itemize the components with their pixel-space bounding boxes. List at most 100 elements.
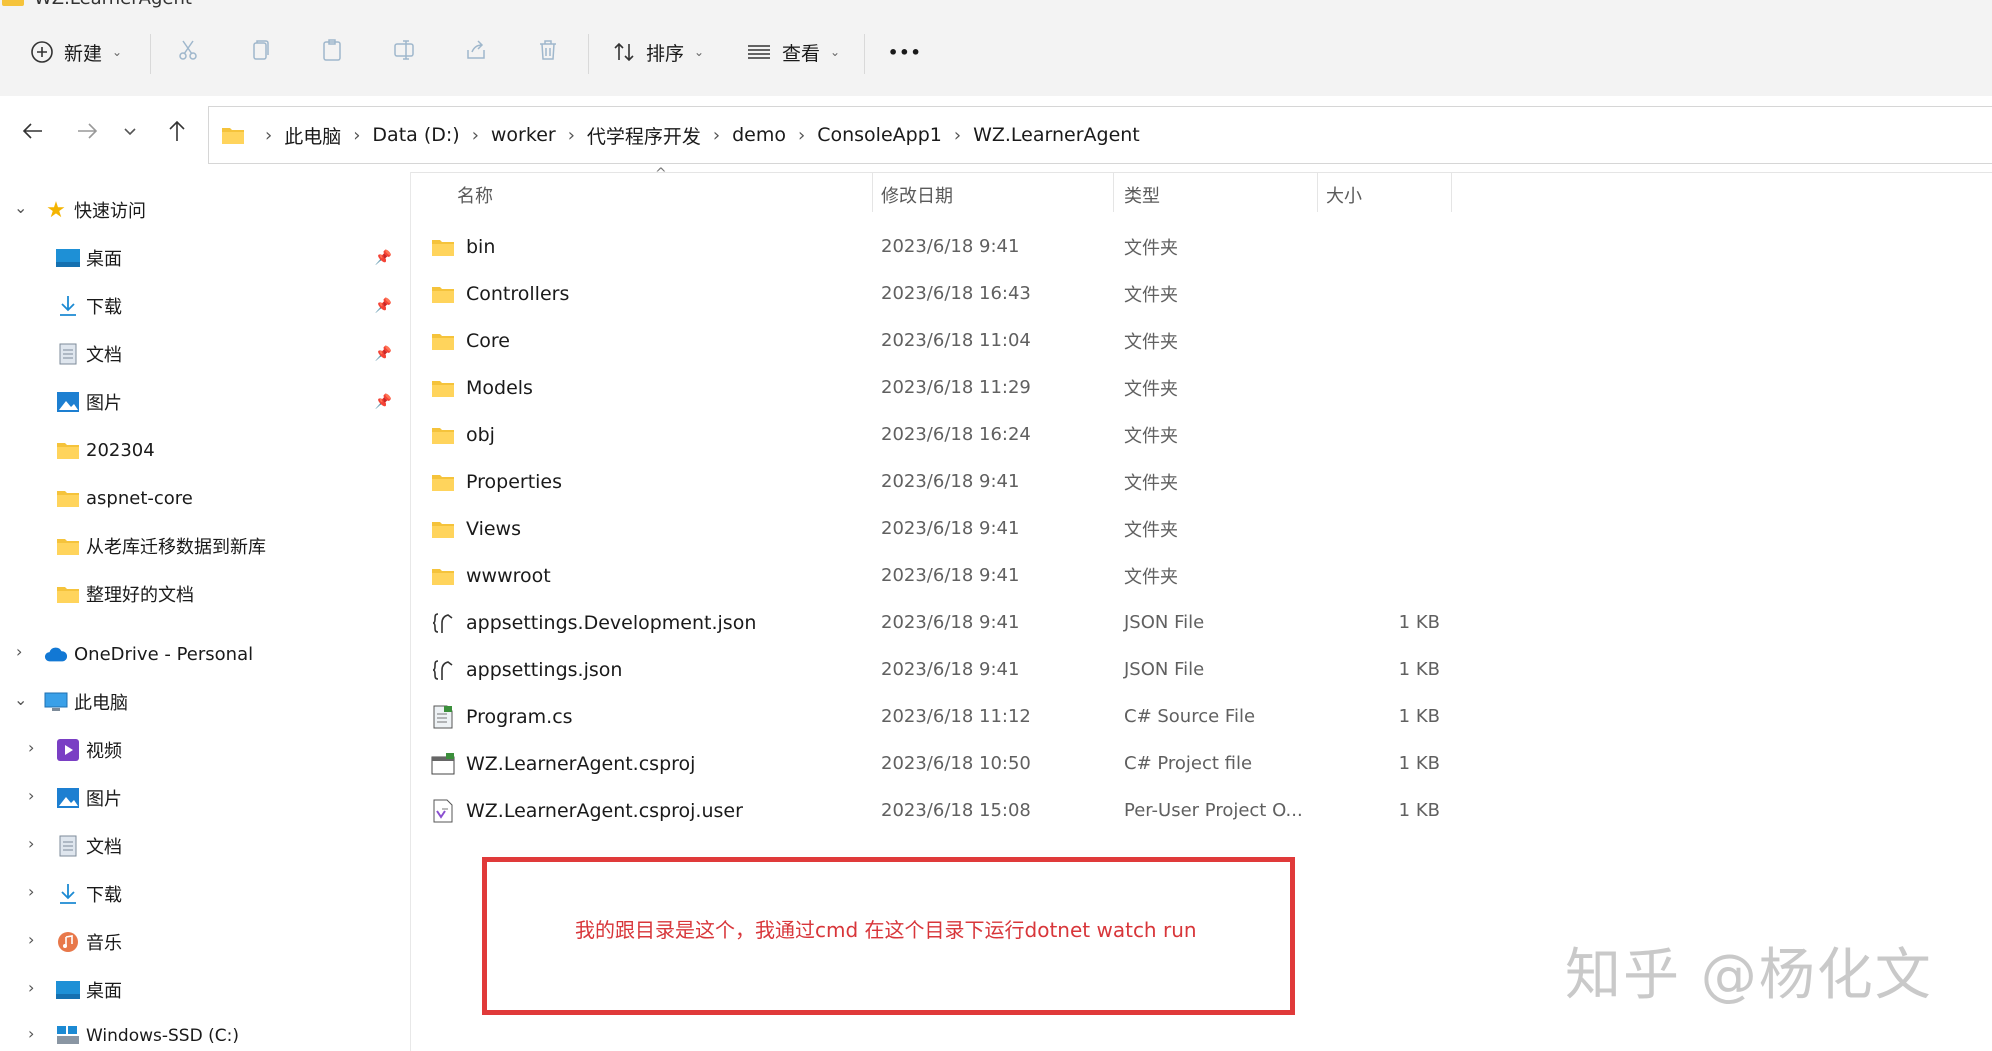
column-divider[interactable] — [1451, 172, 1452, 212]
sidebar-item-onedrive[interactable]: OneDrive - Personal — [44, 634, 253, 674]
breadcrumb-item[interactable]: 代学程序开发 — [587, 122, 701, 149]
file-row[interactable]: Properties 2023/6/18 9:41 文件夹 — [430, 458, 1450, 505]
breadcrumb-item[interactable]: WZ.LearnerAgent — [973, 124, 1140, 146]
back-arrow-icon[interactable] — [20, 118, 46, 144]
column-divider[interactable] — [1317, 172, 1318, 212]
chevron-right-icon[interactable]: › — [28, 882, 34, 901]
delete-icon[interactable] — [536, 38, 560, 62]
column-header-size[interactable]: 大小 — [1326, 180, 1446, 210]
file-row[interactable]: WZ.LearnerAgent.csproj.user 2023/6/18 15:… — [430, 787, 1450, 834]
sidebar-item-downloads[interactable]: 下载 — [56, 874, 122, 914]
column-divider[interactable] — [872, 172, 873, 212]
more-options-button[interactable]: ••• — [888, 32, 922, 72]
sort-button[interactable]: 排序 ⌄ — [612, 32, 704, 72]
file-type: C# Project file — [1124, 753, 1253, 774]
sidebar-item-desktop[interactable]: 桌面 — [56, 970, 122, 1010]
pin-icon[interactable]: 📌 — [375, 346, 392, 362]
chevron-down-icon[interactable]: ⌄ — [14, 198, 27, 217]
pin-icon[interactable]: 📌 — [375, 394, 392, 410]
sidebar-item-pictures[interactable]: 图片 — [56, 778, 122, 818]
sidebar-item-videos[interactable]: 视频 — [56, 730, 122, 770]
file-date: 2023/6/18 16:24 — [881, 424, 1031, 445]
view-button[interactable]: 查看 ⌄ — [746, 32, 840, 72]
sidebar-item-folder[interactable]: aspnet-core — [56, 478, 193, 518]
column-divider[interactable] — [1113, 172, 1114, 212]
file-row[interactable]: appsettings.json 2023/6/18 9:41 JSON File 1… — [430, 646, 1450, 693]
breadcrumb-item[interactable]: worker — [491, 124, 556, 146]
chevron-down-icon[interactable]: ⌄ — [14, 690, 27, 709]
file-row[interactable]: Models 2023/6/18 11:29 文件夹 — [430, 364, 1450, 411]
sidebar-item-downloads[interactable]: 下载 📌 — [56, 286, 406, 326]
chevron-right-icon[interactable]: › — [28, 930, 34, 949]
chevron-right-icon[interactable]: › — [28, 1024, 34, 1043]
file-date: 2023/6/18 11:29 — [881, 377, 1031, 398]
command-bar: 新建 ⌄ 排序 ⌄ 查看 ⌄ ••• — [0, 10, 1992, 96]
file-name-cell: WZ.LearnerAgent.csproj.user — [430, 787, 743, 834]
file-size: 1 KB — [1398, 659, 1440, 680]
up-arrow-icon[interactable] — [164, 118, 190, 144]
new-button[interactable]: 新建 ⌄ — [30, 32, 122, 72]
sidebar-item-this-pc[interactable]: 此电脑 — [44, 682, 128, 722]
sidebar-item-documents[interactable]: 文档 📌 — [56, 334, 406, 374]
sidebar-item-drive-c[interactable]: Windows-SSD (C:) — [56, 1016, 239, 1051]
file-row[interactable]: Core 2023/6/18 11:04 文件夹 — [430, 317, 1450, 364]
file-row[interactable]: wwwroot 2023/6/18 9:41 文件夹 — [430, 552, 1450, 599]
file-name-cell: Core — [430, 317, 510, 364]
forward-arrow-icon[interactable] — [74, 118, 100, 144]
file-size: 1 KB — [1398, 800, 1440, 821]
pin-icon[interactable]: 📌 — [375, 298, 392, 314]
folder-icon — [430, 563, 456, 589]
file-row[interactable]: appsettings.Development.json 2023/6/18 9:… — [430, 599, 1450, 646]
column-header-type[interactable]: 类型 — [1124, 180, 1314, 210]
breadcrumb-item[interactable]: ConsoleApp1 — [817, 124, 942, 146]
sidebar-item-label: 文档 — [86, 345, 122, 366]
view-label: 查看 — [782, 42, 821, 65]
file-row[interactable]: bin 2023/6/18 9:41 文件夹 — [430, 223, 1450, 270]
folder-icon — [56, 534, 80, 558]
chevron-right-icon[interactable]: › — [28, 978, 34, 997]
cut-icon[interactable] — [176, 38, 200, 62]
sidebar-item-music[interactable]: 音乐 — [56, 922, 122, 962]
pin-icon[interactable]: 📌 — [375, 250, 392, 266]
chevron-right-icon[interactable]: › — [28, 786, 34, 805]
file-row[interactable]: Program.cs 2023/6/18 11:12 C# Source File 1… — [430, 693, 1450, 740]
breadcrumb-item[interactable]: Data (D:) — [372, 124, 459, 146]
chevron-right-icon[interactable]: › — [28, 738, 34, 757]
sidebar-item-folder[interactable]: 从老库迁移数据到新库 — [56, 526, 266, 566]
file-type: JSON File — [1124, 659, 1205, 680]
column-header-name[interactable]: 名称 — [457, 180, 867, 210]
recent-locations-chevron-icon[interactable] — [122, 123, 138, 139]
column-header-date[interactable]: 修改日期 — [881, 180, 1111, 210]
chevron-right-icon: › — [353, 124, 361, 146]
sidebar-item-quick-access[interactable]: ★ 快速访问 — [44, 190, 146, 230]
sidebar-item-label: OneDrive - Personal — [74, 643, 254, 665]
file-date: 2023/6/18 9:41 — [881, 471, 1020, 492]
breadcrumb-item[interactable]: 此电脑 — [284, 122, 341, 149]
sidebar-item-pictures[interactable]: 图片 📌 — [56, 382, 406, 422]
file-name: Views — [466, 517, 521, 540]
share-icon[interactable] — [464, 38, 488, 62]
file-type: C# Source File — [1124, 706, 1256, 727]
file-row[interactable]: WZ.LearnerAgent.csproj 2023/6/18 10:50 C# … — [430, 740, 1450, 787]
chevron-right-icon[interactable]: › — [16, 642, 22, 661]
chevron-right-icon: › — [567, 124, 575, 146]
chevron-right-icon[interactable]: › — [28, 834, 34, 853]
sidebar-item-documents[interactable]: 文档 — [56, 826, 122, 866]
file-row[interactable]: obj 2023/6/18 16:24 文件夹 — [430, 411, 1450, 458]
breadcrumb-item[interactable]: demo — [732, 124, 786, 146]
sidebar-item-desktop[interactable]: 桌面 📌 — [56, 238, 406, 278]
folder-icon — [430, 375, 456, 401]
rename-icon[interactable] — [392, 38, 416, 62]
file-name: wwwroot — [466, 564, 551, 587]
copy-icon[interactable] — [248, 38, 272, 62]
file-row[interactable]: Views 2023/6/18 9:41 文件夹 — [430, 505, 1450, 552]
file-row[interactable]: Controllers 2023/6/18 16:43 文件夹 — [430, 270, 1450, 317]
paste-icon[interactable] — [320, 38, 344, 62]
file-name: Program.cs — [466, 705, 573, 728]
sidebar-item-folder[interactable]: 整理好的文档 — [56, 574, 194, 614]
sidebar-item-label: Windows-SSD (C:) — [86, 1026, 239, 1046]
toolbar-divider — [588, 34, 589, 74]
folder-icon — [56, 438, 80, 462]
address-bar[interactable]: › 此电脑 › Data (D:) › worker › 代学程序开发 › de… — [208, 106, 1992, 164]
sidebar-item-folder[interactable]: 202304 — [56, 430, 155, 470]
